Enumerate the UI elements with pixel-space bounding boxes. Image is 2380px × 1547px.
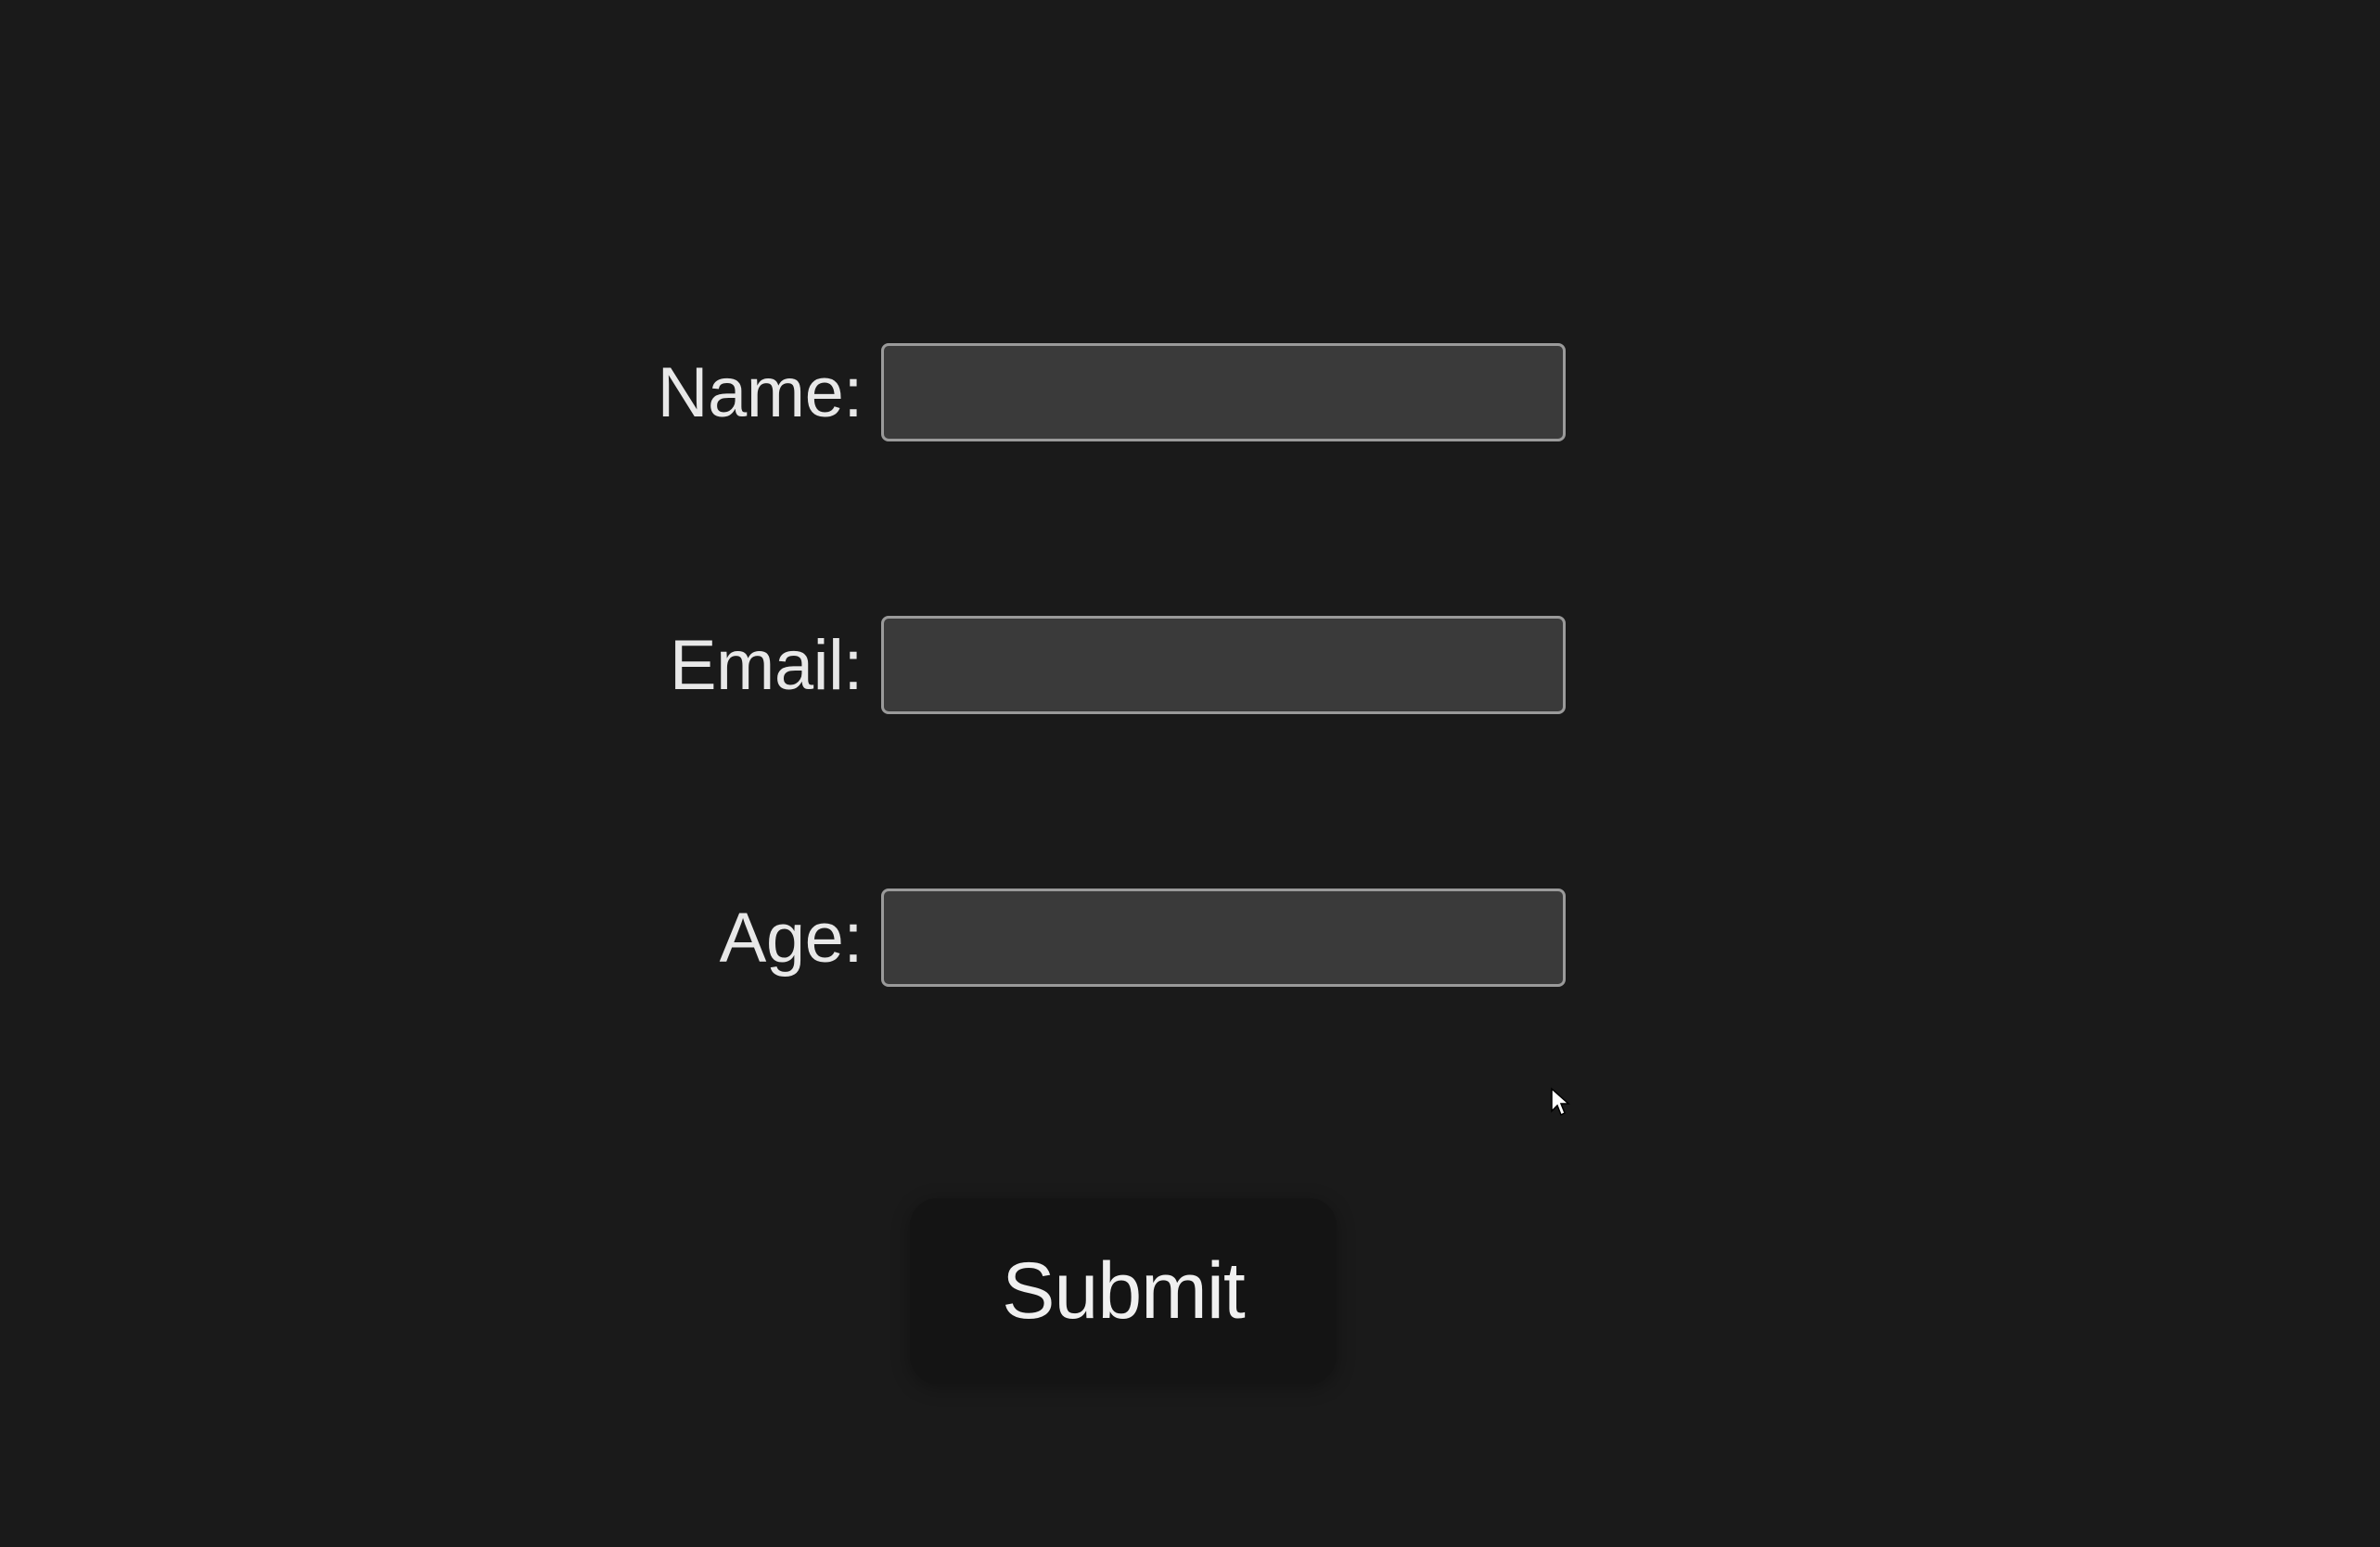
- form-container: Name: Email: Age: Submit: [649, 343, 1566, 1384]
- name-label: Name:: [649, 352, 863, 433]
- submit-button[interactable]: Submit: [910, 1198, 1337, 1384]
- age-input[interactable]: [881, 889, 1566, 987]
- email-label: Email:: [649, 625, 863, 706]
- form-row-name: Name:: [649, 343, 1566, 441]
- age-label: Age:: [649, 898, 863, 978]
- email-input[interactable]: [881, 616, 1566, 714]
- form-row-age: Age:: [649, 889, 1566, 987]
- form-row-email: Email:: [649, 616, 1566, 714]
- name-input[interactable]: [881, 343, 1566, 441]
